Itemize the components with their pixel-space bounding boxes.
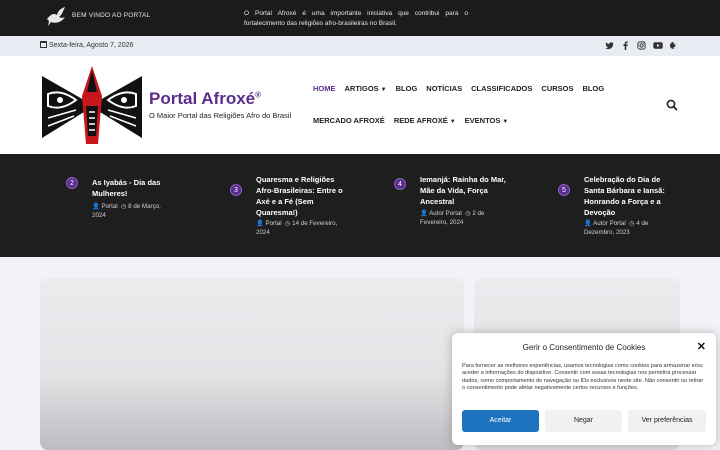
post-title[interactable]: Celebração do Dia de Santa Bárbara e Ian… — [584, 174, 680, 218]
chevron-down-icon: ▼ — [449, 119, 456, 125]
post-meta: 👤 Autor Portal ◷ 2 de Fevereiro, 2024 — [420, 210, 485, 226]
nav-label: MERCADO AFROXÉ — [313, 116, 385, 125]
site-tagline: O Maior Portal das Religiões Afro do Bra… — [149, 111, 292, 120]
main-nav-row-1: HOME ARTIGOS ▼ BLOG NOTÍCIAS CLASSIFICADO… — [313, 84, 613, 93]
site-header: Portal Afroxé® O Maior Portal das Religi… — [0, 56, 720, 154]
nav-label: BLOG — [582, 84, 605, 93]
cookie-consent-dialog: Gerir o Consentimento de Cookies ✕ Para … — [452, 333, 716, 445]
nav-blog-2[interactable]: BLOG — [583, 84, 605, 93]
nav-eventos[interactable]: EVENTOS ▼ — [465, 116, 509, 125]
post-author: Autor Portal — [593, 220, 626, 227]
welcome-text: BEM VINDO AO PORTAL — [72, 12, 151, 19]
instagram-icon[interactable] — [637, 41, 646, 50]
nav-home[interactable]: HOME — [313, 84, 336, 93]
calendar-icon — [40, 41, 47, 48]
nav-label: ARTIGOS — [344, 84, 379, 93]
nav-blog[interactable]: BLOG — [396, 84, 418, 93]
brand-name: Portal Afroxé — [149, 89, 256, 108]
accept-button[interactable]: Aceitar — [462, 410, 539, 432]
nav-noticias[interactable]: NOTÍCIAS — [426, 84, 462, 93]
nav-cursos[interactable]: CURSOS — [541, 84, 573, 93]
post-author: Autor Portal — [429, 210, 462, 217]
view-preferences-button[interactable]: Ver preferências — [628, 410, 706, 432]
youtube-icon[interactable] — [653, 41, 663, 50]
post-number-badge: 2 — [66, 177, 78, 189]
nav-rede-afroxe[interactable]: REDE AFROXÉ ▼ — [394, 116, 456, 125]
date-bar: Sexta-feira, Agosto 7, 2026 — [0, 36, 720, 56]
main-feature-card[interactable] — [40, 278, 464, 450]
nav-label: EVENTOS — [464, 116, 501, 125]
post-author: Portal — [265, 220, 282, 227]
theme-toggle-icon[interactable] — [669, 41, 678, 50]
nav-classificados[interactable]: CLASSIFICADOS — [471, 84, 532, 93]
site-brand[interactable]: Portal Afroxé® — [149, 89, 261, 109]
nav-label: CLASSIFICADOS — [471, 84, 533, 93]
social-links — [605, 41, 678, 50]
nav-label: HOME — [313, 84, 336, 93]
chevron-down-icon: ▼ — [502, 119, 509, 125]
cookie-dialog-title: Gerir o Consentimento de Cookies — [522, 343, 646, 352]
post-meta: 👤 Portal ◷ 14 de Fevereiro, 2024 — [256, 220, 338, 236]
chevron-down-icon: ▼ — [380, 87, 387, 93]
deny-button[interactable]: Negar — [545, 410, 622, 432]
nav-label: REDE AFROXÉ — [393, 116, 448, 125]
dove-icon — [47, 7, 65, 26]
twitter-icon[interactable] — [605, 41, 614, 50]
portal-afroxe-logo[interactable] — [40, 66, 144, 144]
top-banner: BEM VINDO AO PORTAL O Portal Afroxé é um… — [0, 0, 720, 36]
search-icon[interactable] — [665, 98, 679, 112]
post-title[interactable]: Iemanjá: Rainha do Mar, Mãe da Vida, For… — [420, 174, 514, 207]
nav-mercado-afroxe[interactable]: MERCADO AFROXÉ — [313, 116, 385, 125]
facebook-icon[interactable] — [621, 41, 630, 50]
post-number-badge: 3 — [230, 184, 242, 196]
close-icon[interactable]: ✕ — [697, 340, 706, 353]
date-label: Sexta-feira, Agosto 7, 2026 — [49, 42, 134, 49]
main-nav-row-2: MERCADO AFROXÉ REDE AFROXÉ ▼ EVENTOS ▼ — [313, 116, 517, 125]
intro-text: O Portal Afroxé é uma importante iniciat… — [244, 10, 468, 27]
post-author: Portal — [101, 203, 118, 210]
registered-mark: ® — [255, 90, 262, 100]
cookie-dialog-text: Para fornecer as melhores experiências, … — [462, 363, 704, 392]
post-title[interactable]: As Iyabás - Dia das Mulheres! — [92, 177, 172, 199]
post-meta: 👤 Portal ◷ 8 de Março, 2024 — [92, 203, 161, 219]
post-title[interactable]: Quaresma e Religiões Afro-Brasileiras: E… — [256, 174, 348, 218]
nav-artigos[interactable]: ARTIGOS ▼ — [345, 84, 387, 93]
nav-label: BLOG — [395, 84, 418, 93]
nav-label: CURSOS — [541, 84, 574, 93]
post-meta: 👤 Autor Portal ◷ 4 de Dezembro, 2023 — [584, 220, 649, 236]
post-number-badge: 4 — [394, 178, 406, 190]
post-number-badge: 5 — [558, 184, 570, 196]
nav-label: NOTÍCIAS — [426, 84, 463, 93]
current-date: Sexta-feira, Agosto 7, 2026 — [40, 41, 133, 49]
featured-posts-strip: 2 As Iyabás - Dia das Mulheres! 👤 Portal… — [0, 154, 720, 257]
